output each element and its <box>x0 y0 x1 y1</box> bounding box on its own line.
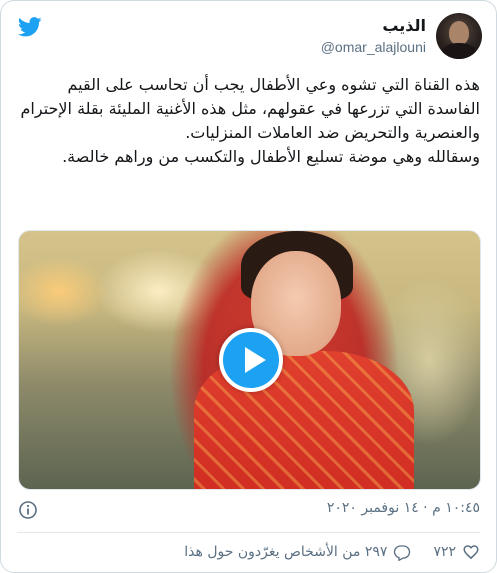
play-button[interactable] <box>219 328 283 392</box>
tweet-text-line: هذه القناة التي تشوه وعي الأطفال يجب أن … <box>20 75 480 142</box>
info-icon[interactable] <box>18 500 38 520</box>
reply-bubble-icon <box>394 545 411 561</box>
user-display-name[interactable]: الذيب <box>382 16 426 35</box>
divider <box>17 532 480 533</box>
like-count: ٧٢٢ <box>433 544 456 560</box>
like-button[interactable]: ٧٢٢ <box>433 543 480 561</box>
twitter-bird-icon[interactable] <box>17 17 42 37</box>
tweet-header: الذيب @omar_alajlouni <box>1 1 496 65</box>
avatar[interactable] <box>436 13 482 59</box>
tweet-embed-card: الذيب @omar_alajlouni هذه القناة التي تش… <box>0 0 497 573</box>
tweet-text-line: وسقالله وهي موضة تسليع الأطفال والتكسب م… <box>62 147 480 166</box>
tweet-timestamp[interactable]: ١٠:٤٥ م · ١٤ نوفمبر ٢٠٢٠ <box>327 500 480 516</box>
replies-text: ٢٩٧ من الأشخاص يغرّدون حول هذا <box>184 544 388 560</box>
replies-button[interactable]: ٢٩٧ من الأشخاص يغرّدون حول هذا <box>184 543 411 561</box>
play-icon <box>245 347 266 373</box>
tweet-text: هذه القناة التي تشوه وعي الأطفال يجب أن … <box>19 73 480 169</box>
user-handle[interactable]: @omar_alajlouni <box>321 39 426 55</box>
video-thumbnail[interactable] <box>18 230 481 490</box>
tweet-actions: ٧٢٢ ٢٩٧ من الأشخاص يغرّدون حول هذا <box>184 541 480 563</box>
heart-icon <box>463 545 479 560</box>
